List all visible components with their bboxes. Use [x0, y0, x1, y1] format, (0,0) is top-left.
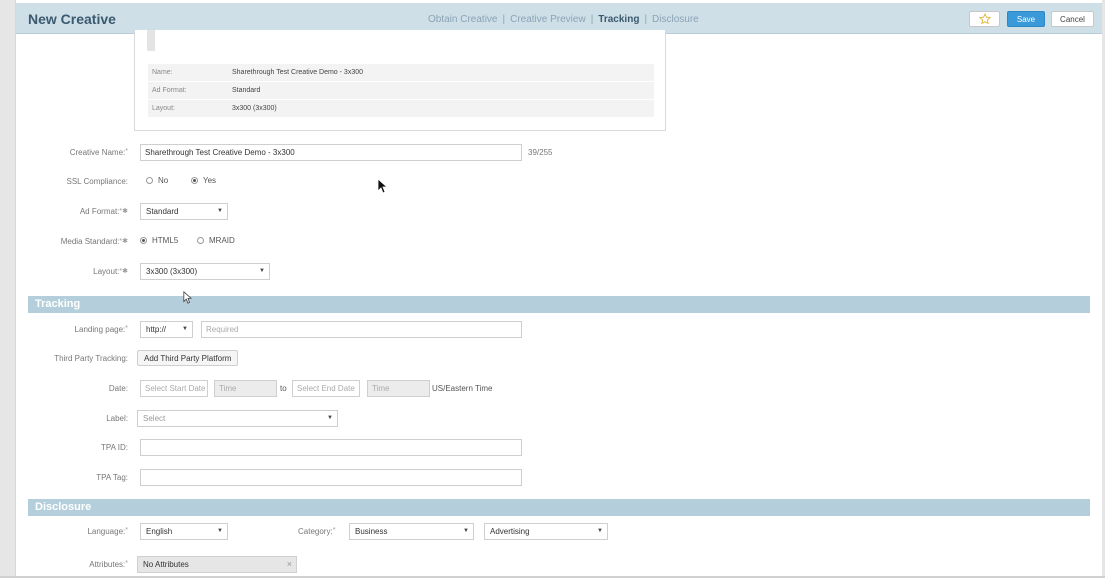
summary-key: Layout:: [152, 105, 175, 112]
layout-label: Layout:*✱: [93, 267, 128, 276]
mouse-pointer-icon: [377, 178, 388, 194]
summary-row: Name: Sharethrough Test Creative Demo - …: [148, 64, 654, 82]
landing-page-row: Landing page:* http://▼ Required: [0, 320, 1100, 340]
date-range-to: to: [280, 384, 287, 393]
radio-on-icon: [191, 177, 198, 184]
end-time-input[interactable]: Time: [367, 380, 430, 397]
left-gutter: [0, 0, 16, 578]
disclosure-section-header: Disclosure: [28, 499, 1090, 516]
ad-format-row: Ad Format:*✱ Standard ▼: [0, 202, 1100, 222]
radio-off-icon: [146, 177, 153, 184]
step-nav: Obtain Creative | Creative Preview | Trackin…: [428, 14, 699, 25]
close-icon[interactable]: ×: [287, 559, 292, 569]
tpa-tag-label: TPA Tag:: [96, 473, 128, 482]
date-row: Date: Select Start Date Time to Select E…: [0, 379, 1100, 399]
summary-table: Name: Sharethrough Test Creative Demo - …: [148, 64, 654, 118]
radio-off-icon: [197, 237, 204, 244]
tpa-id-label: TPA ID:: [101, 443, 128, 452]
language-select[interactable]: English ▼: [140, 523, 228, 540]
step-disclosure[interactable]: Disclosure: [652, 14, 699, 25]
step-obtain-creative[interactable]: Obtain Creative: [428, 14, 497, 25]
radio-on-icon: [140, 237, 147, 244]
media-mraid-radio[interactable]: MRAID: [197, 236, 235, 245]
summary-row: Ad Format: Standard: [148, 82, 654, 100]
media-standard-label: Media Standard:*✱: [60, 237, 128, 246]
ssl-no-radio[interactable]: No: [146, 176, 168, 185]
protocol-select[interactable]: http://▼: [140, 321, 193, 338]
creative-name-label: Creative Name:*: [69, 148, 128, 157]
ssl-yes-radio[interactable]: Yes: [191, 176, 216, 185]
attributes-tag[interactable]: No Attributes ×: [137, 556, 297, 573]
creative-summary-panel: Name: Sharethrough Test Creative Demo - …: [134, 30, 666, 131]
caret-down-icon: ▼: [463, 528, 469, 534]
character-counter: 39/255: [528, 148, 553, 157]
landing-page-input[interactable]: Required: [201, 321, 522, 338]
cancel-button[interactable]: Cancel: [1051, 11, 1094, 27]
caret-down-icon: ▼: [597, 528, 603, 534]
start-date-input[interactable]: Select Start Date: [140, 380, 208, 397]
subcategory-select[interactable]: Advertising ▼: [484, 523, 608, 540]
attributes-label: Attributes:*: [89, 560, 128, 569]
tpa-tag-row: TPA Tag:: [0, 468, 1100, 488]
star-icon: [978, 13, 991, 25]
date-label: Date:: [108, 384, 128, 393]
caret-down-icon: ▼: [217, 528, 223, 534]
landing-page-label: Landing page:*: [74, 325, 128, 334]
caret-down-icon: ▼: [259, 268, 265, 274]
save-button[interactable]: Save: [1007, 11, 1045, 27]
attributes-row: Attributes:* No Attributes ×: [0, 555, 1100, 575]
start-time-input[interactable]: Time: [214, 380, 277, 397]
media-standard-row: Media Standard:*✱ HTML5 MRAID: [0, 232, 1100, 252]
language-label: Language:*: [87, 527, 128, 536]
category-select[interactable]: Business ▼: [349, 523, 474, 540]
step-separator: |: [644, 14, 648, 25]
step-separator: |: [590, 14, 594, 25]
end-date-input[interactable]: Select End Date: [292, 380, 360, 397]
third-party-tracking-row: Third Party Tracking: Add Third Party Pl…: [0, 349, 1100, 369]
third-party-tracking-label: Third Party Tracking:: [54, 354, 128, 363]
ssl-compliance-row: SSL Compliance: No Yes: [0, 172, 1100, 192]
caret-down-icon: ▼: [182, 326, 188, 332]
label-field-label: Label:: [106, 414, 128, 423]
summary-value: Standard: [232, 87, 261, 94]
creative-name-input[interactable]: Sharethrough Test Creative Demo - 3x300: [140, 144, 522, 161]
summary-value: 3x300 (3x300): [232, 105, 277, 112]
caret-down-icon: ▼: [217, 208, 223, 214]
preview-scroll-stub: [147, 30, 155, 51]
page-title: New Creative: [28, 11, 116, 27]
creative-name-row: Creative Name:* Sharethrough Test Creati…: [0, 143, 1100, 163]
label-row: Label: Select ▼: [0, 409, 1100, 429]
favorite-button[interactable]: [969, 11, 1000, 27]
ad-format-select[interactable]: Standard ▼: [140, 203, 228, 220]
layout-row: Layout:*✱ 3x300 (3x300) ▼: [0, 262, 1100, 282]
ad-format-label: Ad Format:*✱: [79, 207, 128, 216]
category-label: Category:*: [298, 527, 336, 536]
timezone-label: US/Eastern Time: [432, 384, 493, 393]
step-creative-preview[interactable]: Creative Preview: [510, 14, 586, 25]
ssl-compliance-label: SSL Compliance:: [66, 177, 128, 186]
tpa-tag-input[interactable]: [140, 469, 522, 486]
media-html5-radio[interactable]: HTML5: [140, 236, 178, 245]
caret-down-icon: ▼: [327, 415, 333, 421]
summary-row: Layout: 3x300 (3x300): [148, 100, 654, 118]
step-tracking[interactable]: Tracking: [598, 14, 639, 25]
tpa-id-row: TPA ID:: [0, 438, 1100, 458]
label-select[interactable]: Select ▼: [137, 410, 338, 427]
language-category-row: Language:* English ▼ Category:* Business ▼…: [0, 522, 1100, 542]
summary-value: Sharethrough Test Creative Demo - 3x300: [232, 69, 363, 76]
add-third-party-platform-button[interactable]: Add Third Party Platform: [137, 350, 239, 366]
layout-select[interactable]: 3x300 (3x300) ▼: [140, 263, 270, 280]
step-separator: |: [502, 14, 506, 25]
summary-key: Name:: [152, 69, 173, 76]
tpa-id-input[interactable]: [140, 439, 522, 456]
mouse-pointer-icon: [183, 291, 192, 304]
summary-key: Ad Format:: [152, 87, 187, 94]
